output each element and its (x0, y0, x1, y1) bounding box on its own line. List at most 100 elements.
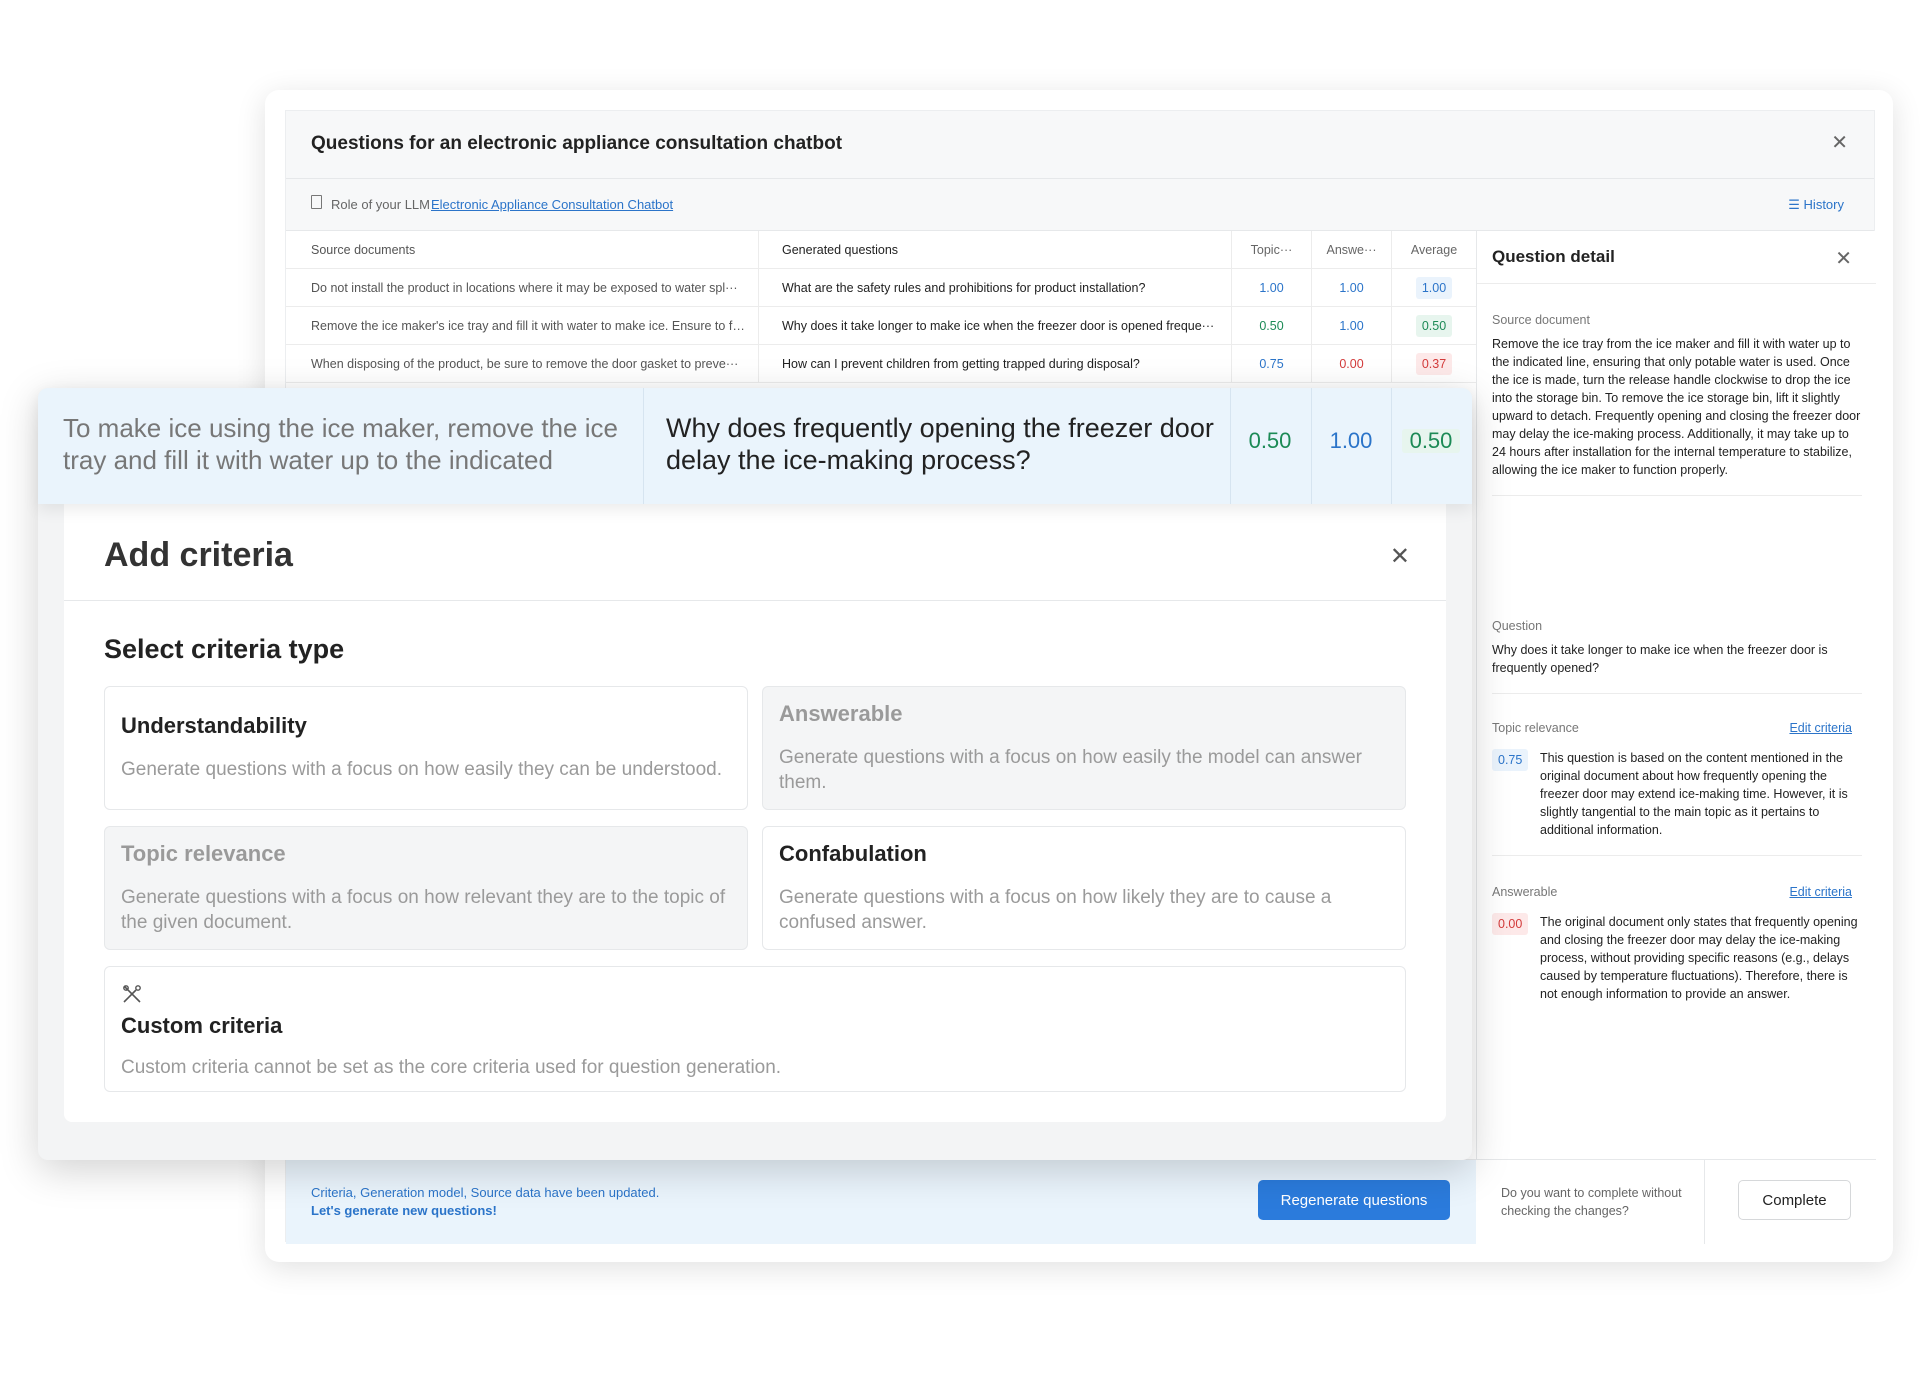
card-title: Answerable (779, 701, 903, 726)
criteria-card-confabulation[interactable]: Confabulation Generate questions with a … (762, 826, 1406, 950)
source-document-text: Remove the ice tray from the ice maker a… (1492, 337, 1861, 477)
row-source: When disposing of the product, be sure t… (286, 345, 759, 383)
close-icon[interactable]: ✕ (1835, 249, 1852, 269)
row-source: Remove the ice maker's ice tray and fill… (286, 307, 759, 345)
card-description: Custom criteria cannot be set as the cor… (121, 1057, 782, 1078)
close-icon[interactable]: ✕ (1390, 542, 1410, 571)
card-description: Generate questions with a focus on how e… (121, 759, 722, 780)
questions-table: Source documents Generated questions Top… (286, 231, 1476, 383)
detail-divider (1477, 283, 1876, 284)
row-answerable-score: 1.00 (1312, 307, 1392, 345)
card-description: Generate questions with a focus on how r… (121, 887, 726, 933)
average-badge: 0.37 (1415, 353, 1453, 375)
detail-title: Question detail (1492, 247, 1615, 266)
table-row[interactable]: When disposing of the product, be sure t… (286, 345, 1476, 383)
edit-criteria-link[interactable]: Edit criteria (1789, 721, 1852, 735)
row-question: What are the safety rules and prohibitio… (759, 269, 1232, 307)
card-title: Custom criteria (121, 1013, 283, 1038)
highlighted-question: Why does frequently opening the freezer … (666, 413, 1214, 475)
card-title: Topic relevance (121, 841, 286, 866)
topic-score: 0.75 (1492, 749, 1529, 771)
panel-title: Questions for an electronic appliance co… (311, 133, 843, 154)
question-section: Question Why does it take longer to make… (1492, 619, 1862, 694)
source-document-section: Source document Remove the ice tray from… (1492, 313, 1862, 496)
history-button[interactable]: ☰ History (1788, 197, 1844, 213)
answerable-score-cell: 0.00 (1492, 913, 1540, 1003)
footer-divider (1704, 1160, 1705, 1244)
topic-score-cell: 0.75 (1492, 749, 1540, 839)
update-message: Criteria, Generation model, Source data … (311, 1184, 659, 1220)
row-answerable-score: 0.00 (1312, 345, 1392, 383)
footer-update-area: Criteria, Generation model, Source data … (286, 1160, 1476, 1244)
row-topic-score: 0.50 (1232, 307, 1312, 345)
update-message-line1: Criteria, Generation model, Source data … (311, 1185, 660, 1200)
header-topic[interactable]: Topic··· (1232, 231, 1312, 269)
role-link[interactable]: Electronic Appliance Consultation Chatbo… (431, 197, 673, 212)
header-source[interactable]: Source documents (286, 231, 759, 269)
criteria-card-understandability[interactable]: Understandability Generate questions wit… (104, 686, 748, 810)
header-average[interactable]: Average (1392, 231, 1476, 269)
history-label: History (1803, 197, 1844, 212)
row-topic-score: 1.00 (1232, 269, 1312, 307)
topic-reason: This question is based on the content me… (1540, 751, 1848, 837)
highlighted-table-row[interactable]: To make ice using the ice maker, remove … (38, 388, 1472, 504)
row-average-cell: 1.00 (1392, 269, 1476, 307)
answerable-score-row: 0.00 The original document only states t… (1492, 913, 1862, 1003)
footer-bar: Criteria, Generation model, Source data … (286, 1159, 1876, 1244)
regenerate-questions-button[interactable]: Regenerate questions (1258, 1180, 1450, 1220)
table-header: Source documents Generated questions Top… (286, 231, 1476, 269)
dialog-divider (64, 600, 1446, 601)
average-badge: 0.50 (1415, 315, 1453, 337)
row-average-cell: 0.50 (1392, 307, 1476, 345)
card-description: Generate questions with a focus on how l… (779, 887, 1332, 933)
topic-relevance-section: Topic relevance Edit criteria 0.75 This … (1492, 721, 1862, 856)
document-icon (311, 195, 322, 209)
source-document-label: Source document (1492, 313, 1590, 327)
card-description: Generate questions with a focus on how e… (779, 747, 1362, 793)
table-row[interactable]: Do not install the product in locations … (286, 269, 1476, 307)
close-icon[interactable]: ✕ (1831, 133, 1848, 153)
highlighted-source: To make ice using the ice maker, remove … (63, 413, 618, 478)
highlighted-average-badge: 0.50 (1401, 429, 1461, 453)
row-answerable-score: 1.00 (1312, 269, 1392, 307)
table-row[interactable]: Remove the ice maker's ice tray and fill… (286, 307, 1476, 345)
role-bar: Role of your LLM Electronic Appliance Co… (286, 179, 1874, 231)
highlighted-topic-score: 0.50 (1248, 428, 1292, 453)
row-source: Do not install the product in locations … (286, 269, 759, 307)
row-question: Why does it take longer to make ice when… (759, 307, 1232, 345)
footer-complete-area: Do you want to complete without checking… (1476, 1160, 1876, 1244)
highlighted-average-cell: 0.50 (1391, 428, 1471, 454)
answerable-reason: The original document only states that f… (1540, 915, 1858, 1001)
row-question: How can I prevent children from getting … (759, 345, 1232, 383)
add-criteria-dialog: Add criteria ✕ Select criteria type Unde… (64, 496, 1446, 1122)
answerable-section: Answerable Edit criteria 0.00 The origin… (1492, 885, 1862, 1019)
list-icon: ☰ (1788, 197, 1804, 212)
criteria-card-topic-relevance: Topic relevance Generate questions with … (104, 826, 748, 950)
criteria-card-custom[interactable]: Custom criteria Custom criteria cannot b… (104, 966, 1406, 1092)
header-question[interactable]: Generated questions (759, 231, 1232, 269)
criteria-card-answerable: Answerable Generate questions with a foc… (762, 686, 1406, 810)
answerable-score: 0.00 (1492, 913, 1529, 935)
highlighted-answerable-score: 1.00 (1329, 428, 1373, 453)
topic-score-row: 0.75 This question is based on the conte… (1492, 749, 1862, 839)
role-label: Role of your LLM (331, 197, 430, 212)
question-text: Why does it take longer to make ice when… (1492, 643, 1828, 675)
column-divider (643, 388, 644, 504)
card-title: Understandability (121, 713, 307, 738)
card-title: Confabulation (779, 841, 927, 866)
complete-question: Do you want to complete without checking… (1501, 1186, 1682, 1218)
dialog-subtitle: Select criteria type (104, 634, 345, 664)
average-badge: 1.00 (1415, 277, 1453, 299)
question-detail-panel: Question detail ✕ Source document Remove… (1476, 231, 1876, 1159)
magic-wand-icon (123, 985, 141, 1003)
edit-criteria-link[interactable]: Edit criteria (1789, 885, 1852, 899)
zoom-overlay: To make ice using the ice maker, remove … (38, 388, 1472, 1160)
panel-header: Questions for an electronic appliance co… (286, 111, 1874, 179)
update-message-line2: Let's generate new questions! (311, 1203, 497, 1218)
row-average-cell: 0.37 (1392, 345, 1476, 383)
row-topic-score: 0.75 (1232, 345, 1312, 383)
question-label: Question (1492, 619, 1543, 633)
complete-button[interactable]: Complete (1738, 1180, 1851, 1220)
header-answerable[interactable]: Answe··· (1312, 231, 1392, 269)
dialog-title: Add criteria (104, 536, 293, 574)
